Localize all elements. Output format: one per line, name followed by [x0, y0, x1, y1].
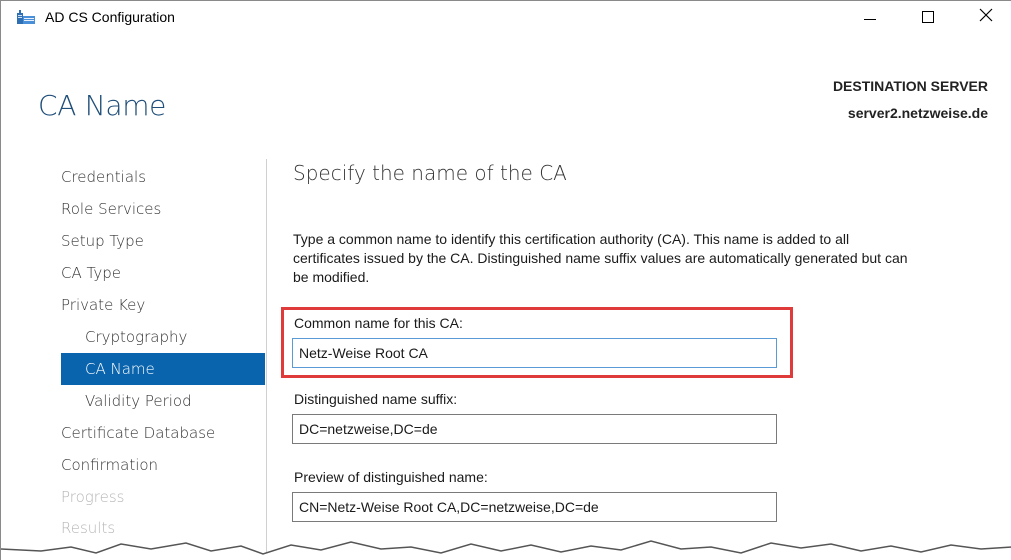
nav-item-credentials[interactable]: Credentials [61, 161, 265, 193]
nav-item-certificate-database[interactable]: Certificate Database [61, 417, 265, 449]
nav-item-ca-type[interactable]: CA Type [61, 257, 265, 289]
dn-suffix-label: Distinguished name suffix: [294, 391, 458, 407]
nav-item-setup-type[interactable]: Setup Type [61, 225, 265, 257]
nav-item-private-key[interactable]: Private Key [61, 289, 265, 321]
description-line: certificates issued by the CA. Distingui… [293, 250, 908, 266]
nav-item-validity-period[interactable]: Validity Period [61, 385, 265, 417]
nav-divider [266, 159, 267, 560]
description-text: Type a common name to identify this cert… [293, 230, 998, 287]
close-button[interactable] [963, 1, 1009, 33]
preview-dn-label: Preview of distinguished name: [294, 469, 488, 485]
maximize-button[interactable] [905, 1, 951, 33]
nav-item-cryptography[interactable]: Cryptography [61, 321, 265, 353]
nav-item-progress: Progress [61, 488, 125, 506]
common-name-label: Common name for this CA: [294, 315, 463, 331]
destination-server-label: DESTINATION SERVER [832, 78, 988, 94]
nav-item-role-services[interactable]: Role Services [61, 193, 265, 225]
minimize-icon [864, 18, 876, 20]
description-line: Type a common name to identify this cert… [293, 231, 850, 247]
maximize-icon [922, 11, 934, 23]
ad-cs-configuration-window: AD CS Configuration CA Name DESTINATION … [0, 0, 1011, 560]
section-title: Specify the name of the CA [293, 161, 567, 185]
nav-item-confirmation[interactable]: Confirmation [61, 449, 265, 481]
dn-suffix-input[interactable] [292, 414, 777, 444]
title-bar[interactable]: AD CS Configuration [1, 1, 1011, 33]
minimize-button[interactable] [847, 1, 893, 33]
window-title: AD CS Configuration [45, 9, 175, 25]
common-name-input[interactable] [292, 338, 777, 368]
server-role-icon [17, 10, 35, 24]
description-line: be modified. [293, 269, 370, 285]
nav-item-ca-name[interactable]: CA Name [61, 353, 265, 385]
destination-server-name: server2.netzweise.de [847, 105, 988, 121]
torn-edge [1, 540, 1011, 560]
preview-dn-field[interactable] [292, 492, 777, 522]
close-icon [979, 8, 993, 27]
page-title: CA Name [38, 89, 167, 122]
